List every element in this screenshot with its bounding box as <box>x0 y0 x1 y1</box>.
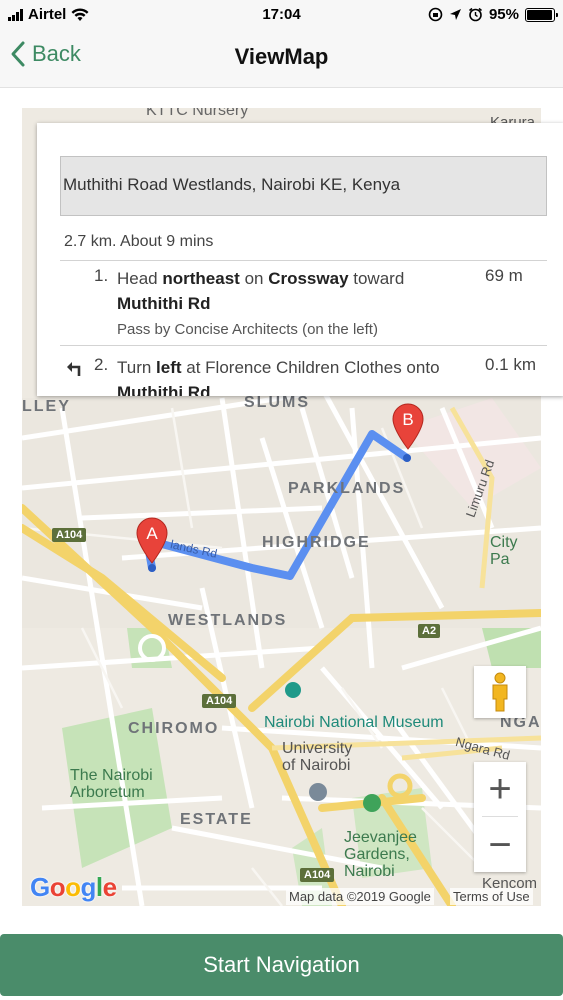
road-shield-a104-bottom: A104 <box>300 868 335 882</box>
battery-icon <box>525 7 558 22</box>
turn-left-icon <box>67 362 81 376</box>
step-subtext: Pass by Concise Architects (on the left) <box>117 321 378 338</box>
area-label-chiromo: CHIROMO <box>128 720 220 737</box>
step-text: Head northeast on Crossway toward Muthit… <box>117 266 467 342</box>
step-number: 2. <box>94 355 109 374</box>
step-text-part: Head <box>117 269 163 288</box>
divider <box>60 345 547 346</box>
google-logo-text: Google <box>30 872 117 902</box>
step-bold-street: Muthithi Rd <box>117 294 211 313</box>
start-marker-label: A <box>146 524 158 543</box>
step-text-part: Turn <box>117 358 157 377</box>
step-bold-street: Muthithi Rd <box>117 383 211 396</box>
page-title: ViewMap <box>234 44 329 69</box>
directions-panel[interactable]: Muthithi Road Westlands, Nairobi KE, Ken… <box>37 123 563 396</box>
end-marker-label: B <box>402 410 413 429</box>
status-bar: Airtel 17:04 95% <box>0 0 563 30</box>
google-logo-letter: g <box>80 872 97 902</box>
google-logo: Google <box>30 872 117 903</box>
step-bold-direction: northeast <box>162 269 240 288</box>
area-label-slums: SLUMS <box>244 394 310 411</box>
direction-step: 2. Turn left at Florence Children Clothe… <box>60 355 560 396</box>
zoom-out-button[interactable]: − <box>474 818 526 872</box>
step-distance: 0.1 km <box>485 355 537 374</box>
zoom-in-button[interactable]: + <box>474 762 526 816</box>
step-text-part: at Florence Children Clothes onto <box>181 358 440 377</box>
area-label-estate: ESTATE <box>180 811 253 828</box>
alarm-icon <box>468 7 482 22</box>
step-text-part: on <box>239 269 269 288</box>
battery-fill <box>527 9 552 20</box>
zoom-controls: + − <box>474 762 526 872</box>
pegman-icon <box>492 672 508 712</box>
area-label-highridge: HIGHRIDGE <box>262 534 371 551</box>
route-summary: 2.7 km. About 9 mins <box>64 233 214 250</box>
step-bold-direction: left <box>156 358 182 377</box>
end-marker-icon[interactable]: B <box>391 402 425 450</box>
place-label-arboretum: The Nairobi Arboretum <box>70 767 153 801</box>
road-shield-a104-top: A104 <box>52 528 87 542</box>
status-right: 95% <box>428 6 558 23</box>
street-view-pegman[interactable] <box>474 666 526 718</box>
place-label-nursery: KTTC Nursery <box>146 108 249 119</box>
road-shield-a2: A2 <box>418 624 441 638</box>
step-text-part: toward <box>348 269 405 288</box>
google-logo-letter: G <box>30 872 50 902</box>
area-label-valley: LLEY <box>22 398 71 415</box>
google-logo-letter: o <box>49 872 66 902</box>
place-label-university: University of Nairobi <box>282 740 353 774</box>
step-bold-street: Crossway <box>268 269 349 288</box>
step-distance: 69 m <box>485 266 523 285</box>
map-data-attribution: Map data ©2019 Google <box>286 888 434 905</box>
step-text: Turn left at Florence Children Clothes o… <box>117 355 467 396</box>
start-marker-icon[interactable]: A <box>135 516 169 564</box>
orientation-lock-icon <box>428 7 443 22</box>
navigation-bar: Back ViewMap <box>0 30 563 88</box>
battery-percent: 95% <box>488 6 519 23</box>
area-label-westlands: WESTLANDS <box>168 612 288 629</box>
zoom-separator <box>482 816 518 817</box>
place-label-museum: Nairobi National Museum <box>264 714 444 731</box>
google-logo-letter: o <box>65 872 81 902</box>
direction-step: 1. Head northeast on Crossway toward Mut… <box>60 266 560 346</box>
step-number: 1. <box>94 266 109 285</box>
area-label-parklands: PARKLANDS <box>288 480 406 497</box>
divider <box>60 260 547 261</box>
start-navigation-button[interactable]: Start Navigation <box>0 934 563 996</box>
google-logo-letter: e <box>102 872 117 902</box>
terms-of-use-link[interactable]: Terms of Use <box>450 888 533 905</box>
road-shield-a104-mid: A104 <box>202 694 237 708</box>
destination-field: Muthithi Road Westlands, Nairobi KE, Ken… <box>60 156 547 216</box>
place-label-city-park: City Pa <box>490 534 518 568</box>
location-arrow-icon <box>449 9 461 20</box>
place-label-jeevanjee: Jeevanjee Gardens, Nairobi <box>344 829 417 880</box>
google-logo-letter: l <box>95 872 103 902</box>
